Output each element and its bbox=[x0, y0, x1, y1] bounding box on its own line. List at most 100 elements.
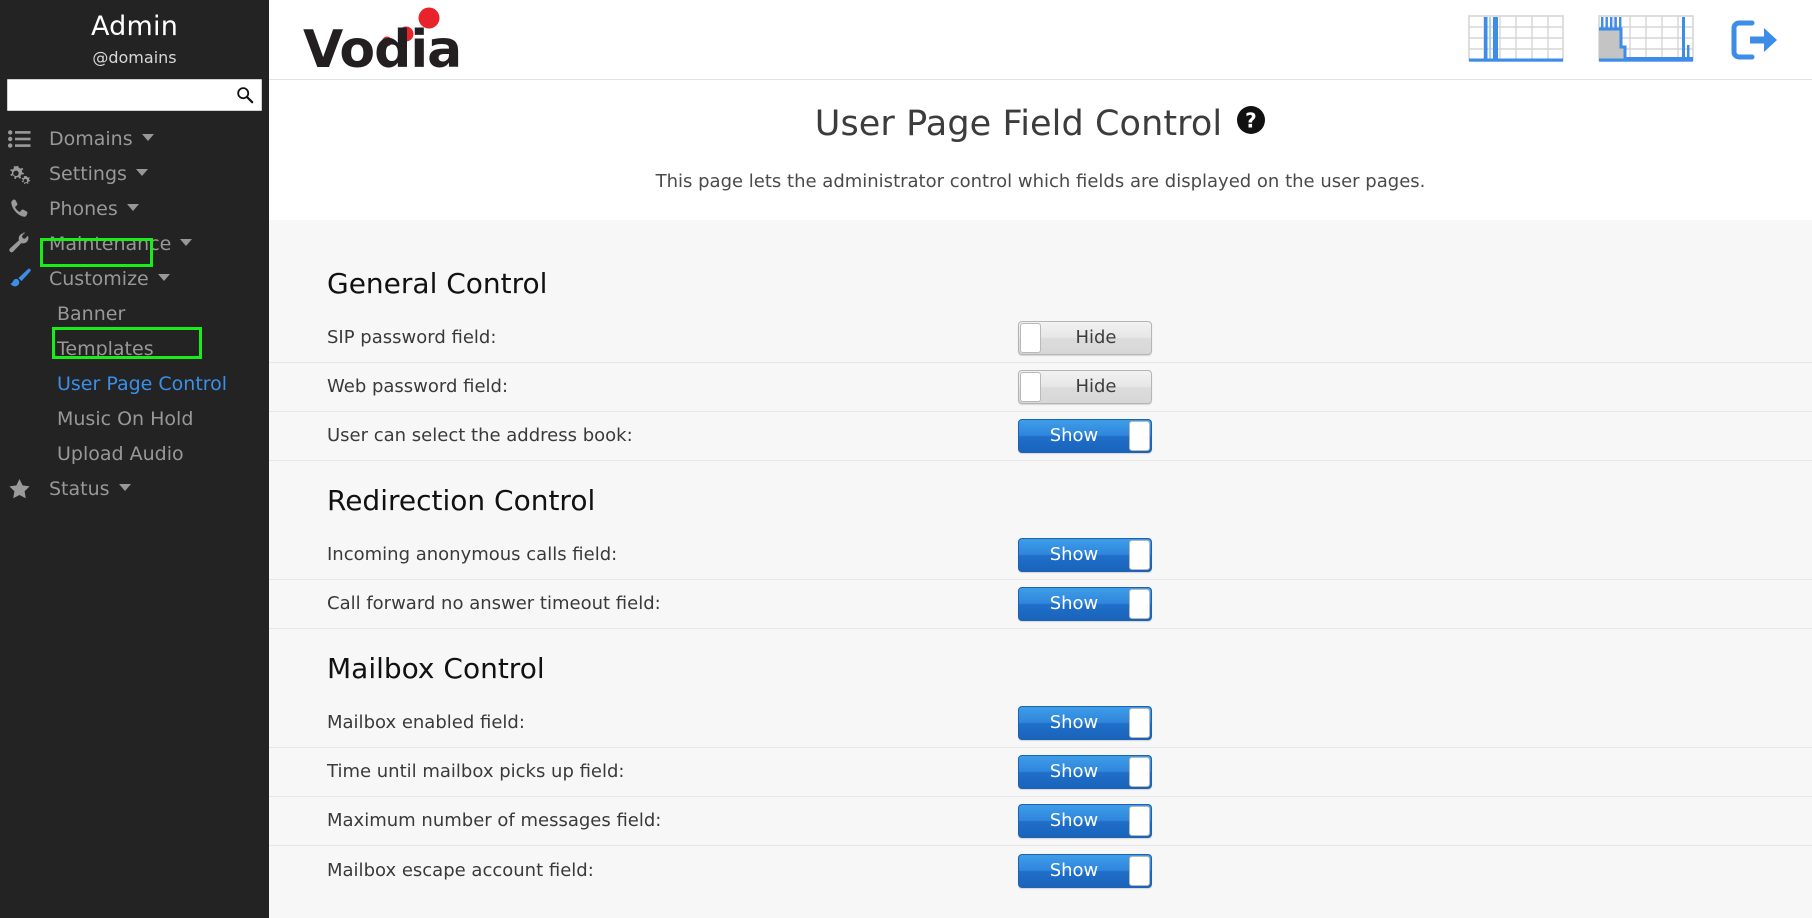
sidebar-subitem-banner[interactable]: Banner bbox=[0, 296, 269, 331]
main-area: Vodia User Page Field Control ? This pag… bbox=[269, 0, 1812, 918]
sidebar-item-label: Domains bbox=[49, 127, 133, 150]
sidebar-subitem-music-on-hold[interactable]: Music On Hold bbox=[0, 401, 269, 436]
toggle-web-password-field[interactable]: Hide bbox=[1018, 370, 1152, 404]
toggle-maximum-number-of-messages-field[interactable]: Show bbox=[1018, 804, 1152, 838]
field-toggle-cell: Show bbox=[1017, 804, 1152, 838]
toggle-knob bbox=[1129, 589, 1150, 619]
gears-icon bbox=[8, 162, 38, 186]
sidebar-item-phones[interactable]: Phones bbox=[0, 191, 269, 226]
sidebar-search-wrapper bbox=[7, 79, 262, 111]
field-row: Mailbox escape account field: Show bbox=[269, 846, 1812, 895]
field-toggle-cell: Show bbox=[1017, 538, 1152, 572]
sidebar-nav: Domains Settings Phones Maintenance Cust… bbox=[0, 121, 269, 506]
field-label: Call forward no answer timeout field: bbox=[327, 593, 661, 614]
field-label: User can select the address book: bbox=[327, 425, 633, 446]
sidebar-item-domains[interactable]: Domains bbox=[0, 121, 269, 156]
star-icon bbox=[8, 477, 38, 501]
page-subtitle: This page lets the administrator control… bbox=[655, 171, 1426, 192]
chevron-down-icon bbox=[157, 274, 170, 281]
field-label: Incoming anonymous calls field: bbox=[327, 544, 618, 565]
field-row: Mailbox enabled field: Show bbox=[269, 699, 1812, 748]
sidebar-subitem-label: Music On Hold bbox=[57, 407, 194, 430]
sidebar-item-label: Maintenance bbox=[49, 232, 172, 255]
sidebar-user-name: Admin bbox=[90, 11, 179, 42]
svg-text:Vodia: Vodia bbox=[303, 20, 461, 73]
area-chart-icon[interactable] bbox=[1598, 14, 1694, 65]
chevron-down-icon bbox=[180, 239, 193, 246]
field-label: Time until mailbox picks up field: bbox=[327, 761, 625, 782]
sidebar-subitem-user-page-control[interactable]: User Page Control bbox=[0, 366, 269, 401]
toggle-knob bbox=[1129, 855, 1150, 886]
app-root: Admin @domains Domains Settings Phones M… bbox=[0, 0, 1812, 918]
field-toggle-cell: Show bbox=[1017, 419, 1152, 453]
sidebar-subitem-templates[interactable]: Templates bbox=[0, 331, 269, 366]
chevron-down-icon bbox=[126, 204, 139, 211]
logout-icon[interactable] bbox=[1728, 17, 1780, 63]
field-toggle-cell: Hide bbox=[1017, 321, 1152, 355]
sidebar-item-label: Phones bbox=[49, 197, 118, 220]
toggle-knob bbox=[1129, 757, 1150, 787]
field-row: Maximum number of messages field: Show bbox=[269, 797, 1812, 846]
list-icon bbox=[8, 127, 38, 151]
bar-chart-icon[interactable] bbox=[1468, 14, 1564, 65]
field-label: SIP password field: bbox=[327, 327, 497, 348]
paintbrush-icon bbox=[8, 267, 38, 291]
sidebar-item-label: Status bbox=[49, 477, 110, 500]
toggle-knob bbox=[1020, 323, 1041, 353]
field-row: SIP password field: Hide bbox=[269, 314, 1812, 363]
toggle-time-until-mailbox-picks-up-field[interactable]: Show bbox=[1018, 755, 1152, 789]
question-mark-circle-icon[interactable]: ? bbox=[1236, 102, 1266, 146]
vodia-logo[interactable]: Vodia bbox=[303, 7, 483, 73]
search-input[interactable] bbox=[7, 79, 262, 111]
field-toggle-cell: Show bbox=[1017, 587, 1152, 621]
header-icon-group bbox=[1468, 14, 1794, 65]
sidebar-subitem-label: Banner bbox=[57, 302, 126, 325]
page-title-text: User Page Field Control bbox=[814, 104, 1223, 144]
field-row: Incoming anonymous calls field: Show bbox=[269, 531, 1812, 580]
sidebar-subitem-label: Upload Audio bbox=[57, 442, 184, 465]
field-toggle-cell: Show bbox=[1017, 755, 1152, 789]
field-row: Web password field: Hide bbox=[269, 363, 1812, 412]
phone-icon bbox=[8, 197, 38, 221]
sidebar: Admin @domains Domains Settings Phones M… bbox=[0, 0, 269, 918]
sidebar-item-status[interactable]: Status bbox=[0, 471, 269, 506]
svg-text:?: ? bbox=[1245, 109, 1257, 133]
top-header: Vodia bbox=[269, 0, 1812, 80]
field-row: Call forward no answer timeout field: Sh… bbox=[269, 580, 1812, 629]
toggle-user-can-select-address-book[interactable]: Show bbox=[1018, 419, 1152, 453]
sidebar-item-label: Settings bbox=[49, 162, 127, 185]
page-title: User Page Field Control ? bbox=[815, 102, 1266, 146]
sidebar-user-domain: @domains bbox=[92, 48, 177, 67]
toggle-sip-password-field[interactable]: Hide bbox=[1018, 321, 1152, 355]
chevron-down-icon bbox=[118, 484, 131, 491]
sidebar-user-block: Admin @domains bbox=[0, 0, 269, 71]
section-heading-general: General Control bbox=[327, 267, 548, 300]
section-heading-redirection: Redirection Control bbox=[327, 484, 596, 517]
sidebar-item-maintenance[interactable]: Maintenance bbox=[0, 226, 269, 261]
field-row: Time until mailbox picks up field: Show bbox=[269, 748, 1812, 797]
sidebar-item-settings[interactable]: Settings bbox=[0, 156, 269, 191]
field-label: Maximum number of messages field: bbox=[327, 810, 662, 831]
toggle-incoming-anonymous-calls-field[interactable]: Show bbox=[1018, 538, 1152, 572]
chevron-down-icon bbox=[141, 134, 154, 141]
content-area: General Control SIP password field: Hide… bbox=[269, 220, 1812, 895]
section-heading-mailbox: Mailbox Control bbox=[327, 652, 545, 685]
field-row: User can select the address book: Show bbox=[269, 412, 1812, 461]
toggle-knob bbox=[1129, 421, 1150, 451]
toggle-mailbox-escape-account-field[interactable]: Show bbox=[1018, 853, 1152, 888]
toggle-knob bbox=[1129, 806, 1150, 836]
toggle-knob bbox=[1129, 540, 1150, 570]
toggle-mailbox-enabled-field[interactable]: Show bbox=[1018, 706, 1152, 740]
sidebar-item-label: Customize bbox=[49, 267, 149, 290]
sidebar-subitem-upload-audio[interactable]: Upload Audio bbox=[0, 436, 269, 471]
field-label: Mailbox escape account field: bbox=[327, 859, 594, 881]
sidebar-item-customize[interactable]: Customize bbox=[0, 261, 269, 296]
field-label: Web password field: bbox=[327, 376, 509, 397]
toggle-knob bbox=[1020, 372, 1041, 402]
field-label: Mailbox enabled field: bbox=[327, 712, 525, 733]
chevron-down-icon bbox=[135, 169, 148, 176]
sidebar-subitem-label: User Page Control bbox=[57, 372, 228, 395]
field-toggle-cell: Hide bbox=[1017, 370, 1152, 404]
toggle-call-forward-no-answer-timeout-field[interactable]: Show bbox=[1018, 587, 1152, 621]
field-toggle-cell: Show bbox=[1017, 853, 1152, 888]
